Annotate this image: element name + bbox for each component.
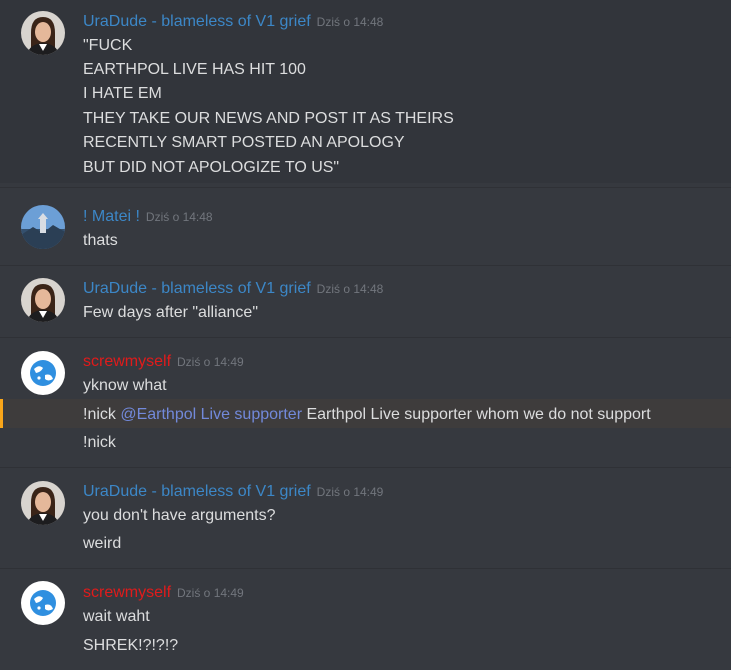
message-header: screwmyself Dziś o 14:49: [83, 584, 244, 602]
landscape-icon: [21, 205, 65, 249]
timestamp: Dziś o 14:49: [177, 355, 244, 369]
avatar[interactable]: [21, 278, 65, 322]
divider: [0, 265, 731, 266]
message-line: thats: [83, 232, 118, 249]
user-photo-icon: [21, 11, 65, 55]
message-line: yknow what: [83, 377, 167, 394]
message-line: Few days after "alliance": [83, 304, 258, 321]
message-group: UraDude - blameless of V1 grief Dziś o 14…: [0, 0, 731, 183]
user-photo-icon: [21, 481, 65, 525]
message-line: BUT DID NOT APOLOGIZE TO US": [83, 159, 340, 176]
message-line: "FUCK: [83, 37, 133, 54]
message-line: SHREK!?!?!?: [83, 637, 179, 654]
message-line: !nick @Earthpol Live supporter Earthpol …: [83, 406, 651, 424]
message-line: you don't have arguments?: [83, 507, 276, 524]
timestamp: Dziś o 14:48: [316, 15, 384, 29]
message-group: UraDude - blameless of V1 grief Dziś o 14…: [0, 470, 731, 565]
message-header: ! Matei ! Dziś o 14:48: [83, 208, 213, 226]
message-line: wait waht: [83, 608, 150, 625]
message-line: !nick: [83, 434, 116, 451]
message-text: Earthpol Live supporter whom we do not s…: [302, 406, 651, 423]
message-header: UraDude - blameless of V1 grief Dziś o 14…: [83, 483, 383, 501]
username[interactable]: screwmyself: [83, 353, 171, 370]
divider: [0, 337, 731, 338]
command-text: !nick: [83, 406, 121, 423]
divider: [0, 568, 731, 569]
username[interactable]: ! Matei !: [83, 208, 140, 225]
role-mention[interactable]: @Earthpol Live supporter: [120, 406, 302, 423]
message-line: EARTHPOL LIVE HAS HIT 100: [83, 61, 306, 78]
username[interactable]: UraDude - blameless of V1 grief: [83, 13, 311, 30]
message-header: UraDude - blameless of V1 grief Dziś o 14…: [83, 280, 383, 298]
timestamp: Dziś o 14:48: [316, 282, 384, 296]
globe-icon: [21, 351, 65, 395]
timestamp: Dziś o 14:48: [145, 210, 213, 224]
avatar[interactable]: [21, 205, 65, 249]
message-line: I HATE EM: [83, 85, 162, 102]
message-group: screwmyself Dziś o 14:49 wait waht SHREK!…: [0, 571, 731, 666]
avatar[interactable]: [21, 351, 65, 395]
avatar[interactable]: [21, 481, 65, 525]
message-line: RECENTLY SMART POSTED AN APOLOGY: [83, 134, 405, 151]
divider: [0, 187, 731, 188]
message-group: UraDude - blameless of V1 grief Dziś o 14…: [0, 267, 731, 332]
username[interactable]: UraDude - blameless of V1 grief: [83, 483, 311, 500]
username[interactable]: UraDude - blameless of V1 grief: [83, 280, 311, 297]
message-line: weird: [83, 535, 122, 552]
avatar[interactable]: [21, 581, 65, 625]
message-header: UraDude - blameless of V1 grief Dziś o 14…: [83, 13, 383, 31]
timestamp: Dziś o 14:49: [316, 485, 384, 499]
divider: [0, 467, 731, 468]
user-photo-icon: [21, 278, 65, 322]
username[interactable]: screwmyself: [83, 584, 171, 601]
globe-icon: [21, 581, 65, 625]
message-header: screwmyself Dziś o 14:49: [83, 353, 244, 371]
message-group: ! Matei ! Dziś o 14:48 thats: [0, 195, 731, 260]
message-line: THEY TAKE OUR NEWS AND POST IT AS THEIRS: [83, 110, 454, 127]
timestamp: Dziś o 14:49: [177, 586, 244, 600]
avatar[interactable]: [21, 11, 65, 55]
message-group: screwmyself Dziś o 14:49 yknow what !nick…: [0, 340, 731, 460]
